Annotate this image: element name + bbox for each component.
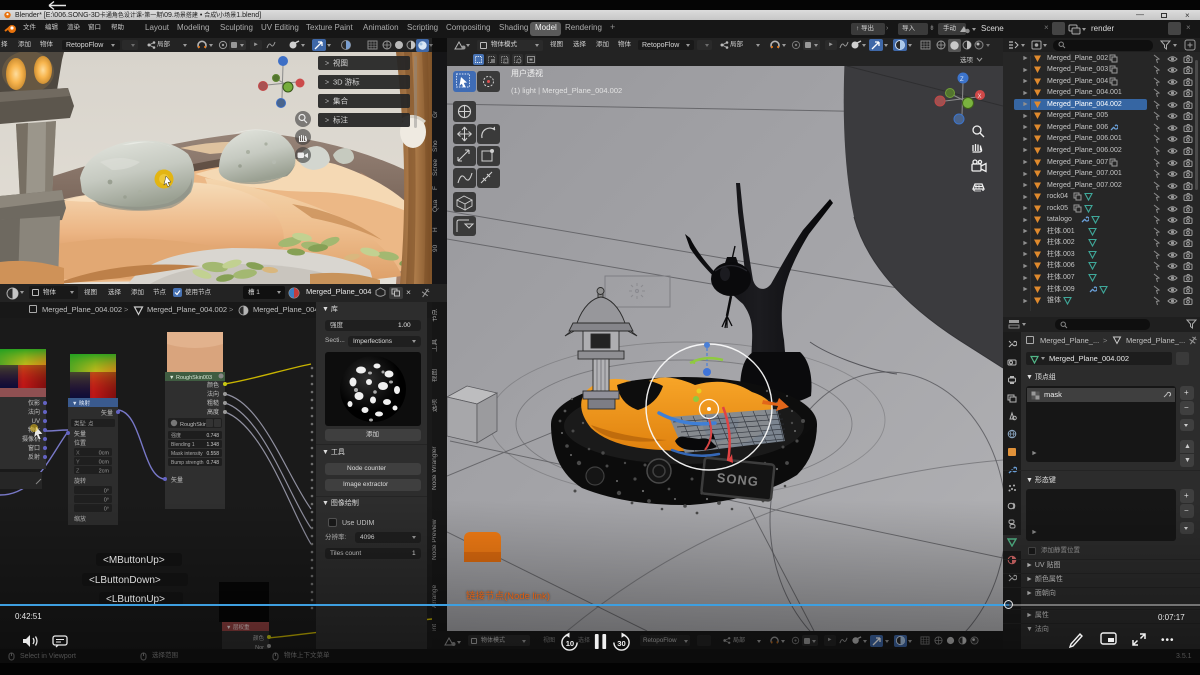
- svg-text:2cm: 2cm: [99, 469, 110, 475]
- svg-text:0°: 0°: [104, 498, 109, 504]
- svg-text:高度: 高度: [207, 408, 219, 416]
- svg-text:Bump strength: Bump strength: [171, 460, 204, 466]
- svg-text:▼ 映射: ▼ 映射: [72, 399, 90, 407]
- svg-text:>: >: [325, 80, 329, 87]
- svg-text:0cm: 0cm: [99, 460, 110, 466]
- svg-text:缩放: 缩放: [74, 515, 86, 523]
- svg-text:反射: 反射: [28, 453, 40, 461]
- svg-text:颜色: 颜色: [207, 381, 219, 389]
- svg-text:矢量: 矢量: [101, 409, 113, 417]
- svg-text:30: 30: [617, 639, 625, 648]
- svg-text:0.558: 0.558: [206, 451, 219, 457]
- svg-text:标注: 标注: [333, 115, 348, 125]
- svg-text:选项: 选项: [960, 55, 974, 64]
- svg-text:>: >: [325, 99, 329, 106]
- svg-text:Y: Y: [76, 460, 80, 466]
- svg-text:粗糙: 粗糙: [207, 399, 219, 407]
- svg-text:1.348: 1.348: [206, 442, 219, 448]
- svg-text:视图: 视图: [333, 58, 348, 68]
- svg-text:>: >: [325, 61, 329, 68]
- svg-text:Mask intensity: Mask intensity: [171, 451, 203, 457]
- svg-text:法向: 法向: [207, 390, 219, 398]
- svg-text:>: >: [325, 118, 329, 125]
- svg-text:0cm: 0cm: [99, 451, 110, 457]
- svg-text:类型: 点: 类型: 点: [74, 420, 94, 428]
- svg-text:位置: 位置: [74, 439, 86, 447]
- svg-text:0°: 0°: [104, 507, 109, 513]
- svg-text:▼ RoughSkin003: ▼ RoughSkin003: [169, 375, 212, 381]
- svg-text:Z: Z: [960, 77, 964, 83]
- svg-text:10: 10: [566, 639, 574, 648]
- svg-text:RoughSkin: RoughSkin: [180, 422, 207, 428]
- svg-text:UV: UV: [32, 419, 40, 425]
- svg-text:矢量: 矢量: [74, 430, 86, 438]
- svg-text:(1) light | Merged_Plane_004.0: (1) light | Merged_Plane_004.002: [511, 86, 622, 95]
- svg-text:仅影: 仅影: [28, 399, 40, 407]
- svg-text:颜色: 颜色: [253, 634, 265, 642]
- svg-text:0.748: 0.748: [206, 460, 219, 466]
- svg-text:X: X: [76, 451, 80, 457]
- svg-text:用户透视: 用户透视: [511, 68, 543, 78]
- svg-text:X: X: [978, 94, 982, 100]
- svg-text:旋转: 旋转: [74, 477, 86, 485]
- svg-text:Blending 1: Blending 1: [171, 442, 195, 448]
- svg-text:法向: 法向: [28, 408, 40, 416]
- svg-text:强度: 强度: [171, 432, 181, 439]
- svg-text:集合: 集合: [333, 96, 348, 106]
- svg-text:0.748: 0.748: [206, 433, 219, 439]
- svg-text:0°: 0°: [104, 489, 109, 495]
- svg-text:矢量: 矢量: [171, 476, 183, 484]
- svg-text:▼ 层权重: ▼ 层权重: [226, 623, 250, 631]
- svg-text:3D 游标: 3D 游标: [333, 77, 360, 87]
- svg-text:窗口: 窗口: [28, 444, 40, 452]
